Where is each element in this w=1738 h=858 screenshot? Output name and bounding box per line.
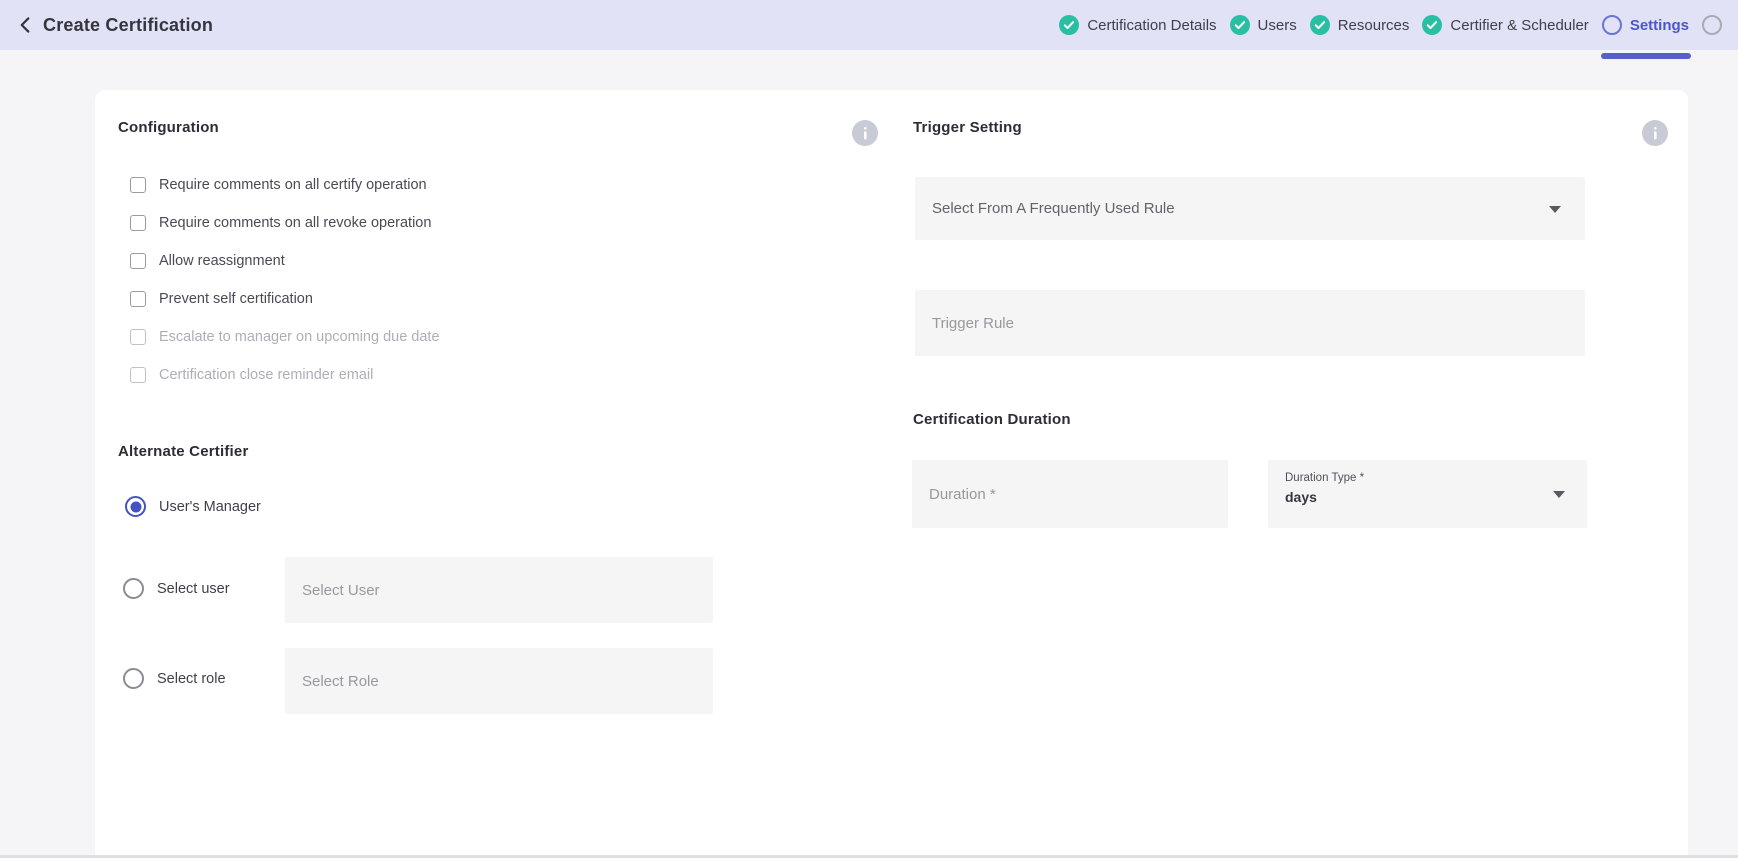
checkbox-row-close-reminder-email: Certification close reminder email (130, 366, 440, 383)
radio-label: User's Manager (159, 499, 261, 515)
radio-selected[interactable] (125, 496, 146, 517)
checkbox-label: Escalate to manager on upcoming due date (159, 329, 440, 345)
duration-type-value: days (1285, 489, 1570, 505)
checkbox-label: Allow reassignment (159, 253, 285, 269)
step-label: Users (1258, 17, 1297, 34)
circle-outline-icon (1702, 15, 1722, 35)
checkbox-label: Prevent self certification (159, 291, 313, 307)
radio-label: Select user (157, 581, 230, 597)
certification-duration-title: Certification Duration (913, 410, 1071, 430)
checkbox[interactable] (130, 291, 146, 307)
chevron-left-icon (18, 16, 33, 34)
check-circle-icon (1422, 15, 1442, 35)
frequently-used-rule-dropdown[interactable]: Select From A Frequently Used Rule (915, 177, 1585, 240)
check-circle-icon (1230, 15, 1250, 35)
duration-type-dropdown[interactable]: Duration Type * days (1268, 460, 1587, 528)
radio-row-select-user[interactable]: Select user (123, 578, 230, 599)
settings-card: Configuration Require comments on all ce… (95, 90, 1688, 858)
step-label: Certification Details (1087, 17, 1216, 34)
info-icon[interactable] (852, 120, 878, 146)
info-icon-glyph (1642, 120, 1668, 146)
checkbox-row-prevent-self-certification[interactable]: Prevent self certification (130, 290, 440, 307)
checkbox-label: Require comments on all certify operatio… (159, 177, 427, 193)
select-user-input[interactable] (285, 557, 713, 623)
header-bar: Create Certification Certification Detai… (0, 0, 1738, 50)
header-left: Create Certification (18, 15, 213, 36)
step-label: Certifier & Scheduler (1450, 17, 1588, 34)
radio[interactable] (123, 578, 144, 599)
checkbox-row-escalate-to-manager: Escalate to manager on upcoming due date (130, 328, 440, 345)
checkbox (130, 367, 146, 383)
duration-input[interactable] (912, 460, 1228, 528)
radio-label: Select role (157, 671, 226, 687)
checkbox-label: Require comments on all revoke operation (159, 215, 431, 231)
circle-outline-icon (1602, 15, 1622, 35)
page-title: Create Certification (43, 15, 213, 36)
alternate-certifier-title: Alternate Certifier (118, 442, 249, 462)
checkbox[interactable] (130, 215, 146, 231)
checkbox-row-require-revoke-comments[interactable]: Require comments on all revoke operation (130, 214, 440, 231)
check-circle-icon (1310, 15, 1330, 35)
radio[interactable] (123, 668, 144, 689)
configuration-title: Configuration (118, 118, 219, 138)
step-settings[interactable]: Settings (1602, 15, 1689, 35)
step-certification-details[interactable]: Certification Details (1059, 15, 1216, 35)
checkbox-row-require-certify-comments[interactable]: Require comments on all certify operatio… (130, 176, 440, 193)
step-resources[interactable]: Resources (1310, 15, 1410, 35)
duration-type-label: Duration Type * (1285, 472, 1570, 484)
checkbox (130, 329, 146, 345)
step-certifier-scheduler[interactable]: Certifier & Scheduler (1422, 15, 1588, 35)
checkbox[interactable] (130, 253, 146, 269)
create-certification-page: Create Certification Certification Detai… (0, 0, 1738, 858)
check-circle-icon (1059, 15, 1079, 35)
info-icon-glyph (852, 120, 878, 146)
configuration-checkbox-list: Require comments on all certify operatio… (130, 176, 440, 383)
back-button[interactable] (18, 16, 33, 34)
step-label: Resources (1338, 17, 1410, 34)
chevron-down-icon (1549, 206, 1561, 213)
checkbox-label: Certification close reminder email (159, 367, 373, 383)
trigger-setting-title: Trigger Setting (913, 118, 1022, 138)
trigger-rule-input[interactable] (915, 290, 1585, 356)
dropdown-text: Select From A Frequently Used Rule (932, 200, 1175, 217)
info-icon[interactable] (1642, 120, 1668, 146)
checkbox[interactable] (130, 177, 146, 193)
step-label: Settings (1630, 17, 1689, 34)
chevron-down-icon (1553, 491, 1565, 498)
radio-row-users-manager[interactable]: User's Manager (125, 496, 261, 517)
checkbox-row-allow-reassignment[interactable]: Allow reassignment (130, 252, 440, 269)
step-upcoming[interactable] (1702, 15, 1722, 35)
step-users[interactable]: Users (1230, 15, 1297, 35)
radio-row-select-role[interactable]: Select role (123, 668, 226, 689)
select-role-input[interactable] (285, 648, 713, 714)
wizard-stepper: Certification Details Users Resources Ce… (1059, 15, 1722, 35)
